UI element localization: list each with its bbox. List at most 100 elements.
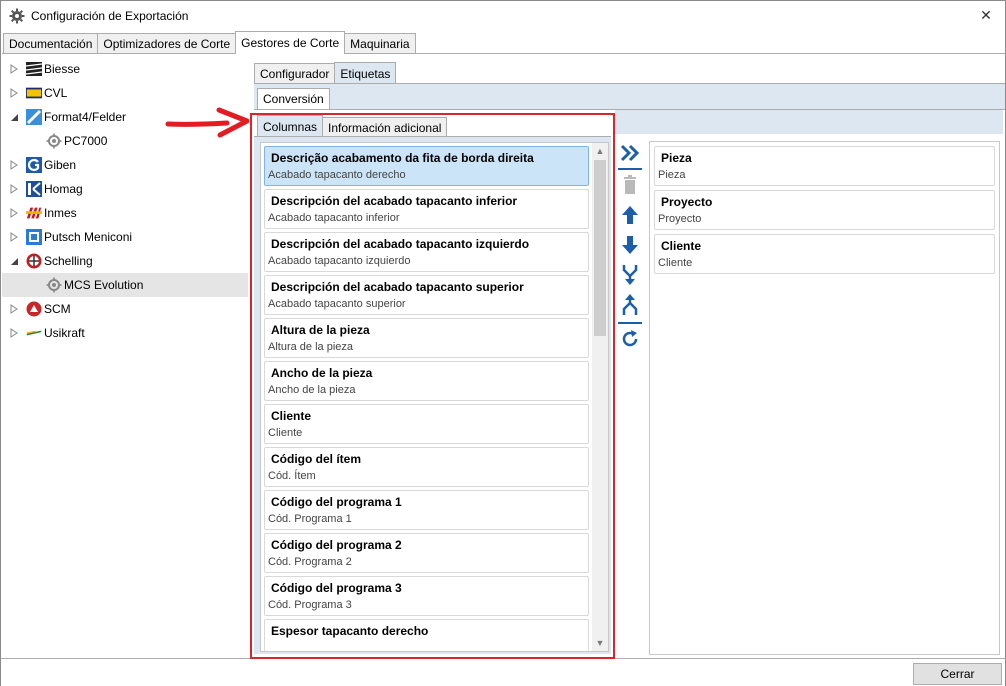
column-name: Descripción del acabado tapacanto inferi…	[271, 194, 518, 208]
column-name: Ancho de la pieza	[271, 366, 373, 380]
tab-columnas[interactable]: Columnas	[257, 115, 324, 137]
tree-item-giben[interactable]: Giben	[2, 153, 248, 177]
column-code: Acabado tapacanto superior	[268, 298, 406, 310]
list-item[interactable]: Descrição acabamento da fita de borda di…	[264, 146, 589, 186]
tree-item-usikraft[interactable]: Usikraft	[2, 321, 248, 345]
collapsed-icon[interactable]	[8, 207, 20, 219]
column-name: Código del programa 1	[271, 495, 402, 509]
tree-item-label: Inmes	[44, 206, 77, 220]
column-code: Acabado tapacanto izquierdo	[268, 255, 411, 267]
collapsed-icon[interactable]	[8, 231, 20, 243]
list-item[interactable]: Descripción del acabado tapacanto superi…	[264, 275, 589, 315]
list-item[interactable]: Pieza Pieza	[654, 146, 995, 186]
delete-icon[interactable]	[617, 173, 643, 197]
column-code: Cód. Programa 3	[268, 599, 352, 611]
cvl-icon	[26, 85, 42, 101]
scroll-down-icon[interactable]: ▼	[592, 635, 608, 651]
scroll-thumb[interactable]	[594, 160, 606, 336]
main-tabs: Documentación Optimizadores de Corte Ges…	[3, 31, 416, 54]
tree-item-label: CVL	[44, 86, 68, 100]
tab-optimizadores[interactable]: Optimizadores de Corte	[97, 33, 237, 54]
column-name: Descripción del acabado tapacanto superi…	[271, 280, 524, 294]
collapsed-icon[interactable]	[8, 87, 20, 99]
homag-icon	[26, 181, 42, 197]
list-item[interactable]: Cliente Cliente	[264, 404, 589, 444]
collapsed-icon[interactable]	[8, 303, 20, 315]
tree-item-cvl[interactable]: CVL	[2, 81, 248, 105]
gear-icon	[9, 8, 25, 23]
column-name: Espesor tapacanto derecho	[271, 624, 429, 638]
tab-etiquetas[interactable]: Etiquetas	[334, 62, 397, 84]
available-columns-list[interactable]: Descrição acabamento da fita de borda di…	[260, 142, 609, 652]
column-name: Pieza	[661, 151, 692, 165]
list-item[interactable]: Código del programa 2 Cód. Programa 2	[264, 533, 589, 573]
list-item[interactable]: Altura de la pieza Altura de la pieza	[264, 318, 589, 358]
tree-item-label: Homag	[44, 182, 83, 196]
scroll-up-icon[interactable]: ▲	[592, 143, 608, 159]
button-separator	[618, 322, 642, 324]
tree-item-label: Giben	[44, 158, 77, 172]
merge-icon[interactable]	[617, 263, 643, 287]
expanded-icon[interactable]	[8, 111, 20, 123]
move-down-icon[interactable]	[617, 233, 643, 257]
manager-tree: Biesse CVL Format4/Felder PC7000 Giben Homag I…	[2, 57, 248, 657]
gear-icon	[46, 277, 62, 293]
column-code: Cód. Programa 1	[268, 513, 352, 525]
list-item[interactable]: Código del ítem Cód. Ítem	[264, 447, 589, 487]
tab-maquinaria[interactable]: Maquinaria	[344, 33, 416, 54]
list-item[interactable]: Descripción del acabado tapacanto inferi…	[264, 189, 589, 229]
panel-strip	[615, 110, 1003, 134]
tree-item-schelling[interactable]: Schelling	[2, 249, 248, 273]
tree-item-inmes[interactable]: Inmes	[2, 201, 248, 225]
tree-item-label: Biesse	[44, 62, 81, 76]
tree-item-putsch-meniconi[interactable]: Putsch Meniconi	[2, 225, 248, 249]
list-scrollbar[interactable]: ▲ ▼	[592, 143, 608, 651]
tree-item-homag[interactable]: Homag	[2, 177, 248, 201]
export-config-window: Configuración de Exportación ✕ Documenta…	[0, 0, 1006, 686]
button-separator	[618, 168, 642, 170]
tab-configurador[interactable]: Configurador	[254, 63, 336, 84]
column-code: Acabado tapacanto inferior	[268, 212, 400, 224]
split-icon[interactable]	[617, 293, 643, 317]
collapsed-icon[interactable]	[8, 183, 20, 195]
sub-tabs: Configurador Etiquetas	[254, 60, 397, 84]
selected-columns-list[interactable]: Pieza Pieza Proyecto Proyecto Cliente Cliente	[649, 141, 1000, 655]
refresh-icon[interactable]	[617, 327, 643, 351]
column-name: Código del programa 3	[271, 581, 402, 595]
tab-conversion[interactable]: Conversión	[257, 88, 330, 109]
list-item[interactable]: Cliente Cliente	[654, 234, 995, 274]
tree-item-scm[interactable]: SCM	[2, 297, 248, 321]
tab-documentacion[interactable]: Documentación	[3, 33, 99, 54]
collapsed-icon[interactable]	[8, 327, 20, 339]
list-item[interactable]: Ancho de la pieza Ancho de la pieza	[264, 361, 589, 401]
close-button[interactable]: Cerrar	[913, 663, 1002, 685]
tree-item-label: MCS Evolution	[64, 278, 144, 292]
scm-icon	[26, 301, 42, 317]
list-item[interactable]: Código del programa 1 Cód. Programa 1	[264, 490, 589, 530]
tree-item-label: Putsch Meniconi	[44, 230, 133, 244]
close-icon[interactable]: ✕	[971, 3, 1001, 27]
tree-item-label: PC7000	[64, 134, 108, 148]
column-code: Acabado tapacanto derecho	[268, 169, 406, 181]
list-item[interactable]: Descripción del acabado tapacanto izquie…	[264, 232, 589, 272]
collapsed-icon[interactable]	[8, 63, 20, 75]
config-area: Configurador Etiquetas Conversión Column…	[250, 58, 1005, 659]
column-code: Altura de la pieza	[268, 341, 353, 353]
title-bar: Configuración de Exportación ✕	[1, 1, 1005, 30]
list-item[interactable]: Código del programa 3 Cód. Programa 3	[264, 576, 589, 616]
column-code: Cód. Ítem	[268, 470, 316, 482]
list-item[interactable]: Proyecto Proyecto	[654, 190, 995, 230]
tree-item-label: SCM	[44, 302, 71, 316]
tab-informacion-adicional[interactable]: Información adicional	[322, 117, 448, 137]
tree-item-biesse[interactable]: Biesse	[2, 57, 248, 81]
collapsed-icon[interactable]	[8, 159, 20, 171]
add-all-icon[interactable]	[617, 141, 643, 165]
putsch-icon	[26, 229, 42, 245]
tree-item-mcs-evolution[interactable]: MCS Evolution	[2, 273, 248, 297]
column-name: Descripción del acabado tapacanto izquie…	[271, 237, 530, 251]
move-up-icon[interactable]	[617, 203, 643, 227]
expanded-icon[interactable]	[8, 255, 20, 267]
list-item[interactable]: Espesor tapacanto derecho	[264, 619, 589, 651]
tab-gestores[interactable]: Gestores de Corte	[235, 31, 346, 54]
